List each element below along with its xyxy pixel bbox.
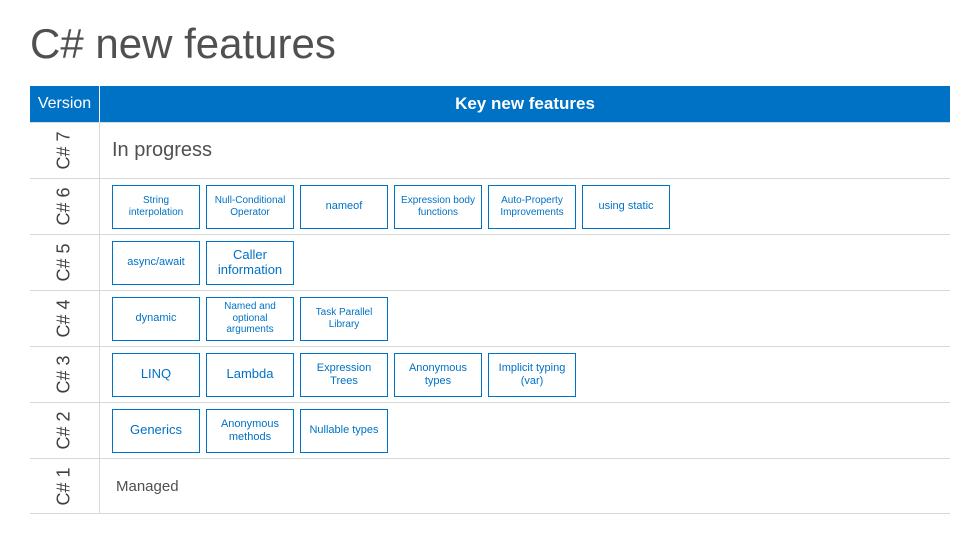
feature-chip: Task Parallel Library	[300, 297, 388, 341]
version-label: C# 3	[54, 355, 75, 393]
version-cell: C# 7	[30, 123, 100, 178]
version-cell: C# 1	[30, 459, 100, 513]
slide: C# new features Version Key new features…	[0, 0, 979, 551]
table-header: Version Key new features	[30, 86, 950, 122]
table-row: C# 6 String interpolation Null-Condition…	[30, 178, 950, 234]
header-version: Version	[30, 86, 100, 122]
version-cell: C# 2	[30, 403, 100, 458]
features-cell: Generics Anonymous methods Nullable type…	[100, 403, 950, 458]
table-row: C# 5 async/await Caller information	[30, 234, 950, 290]
features-cell: String interpolation Null-Conditional Op…	[100, 179, 950, 234]
version-cell: C# 6	[30, 179, 100, 234]
feature-chip: Nullable types	[300, 409, 388, 453]
feature-chip: Auto-Property Improvements	[488, 185, 576, 229]
table-row: C# 3 LINQ Lambda Expression Trees Anonym…	[30, 346, 950, 402]
header-key-features: Key new features	[100, 86, 950, 122]
version-label: C# 6	[54, 187, 75, 225]
version-label: C# 7	[54, 131, 75, 169]
version-cell: C# 5	[30, 235, 100, 290]
feature-table: Version Key new features C# 7 In progres…	[30, 86, 950, 514]
table-row: C# 7 In progress	[30, 122, 950, 178]
feature-chip: Named and optional arguments	[206, 297, 294, 341]
feature-chip: Implicit typing (var)	[488, 353, 576, 397]
feature-chip: String interpolation	[112, 185, 200, 229]
feature-chip: Null-Conditional Operator	[206, 185, 294, 229]
feature-chip: dynamic	[112, 297, 200, 341]
features-cell: async/await Caller information	[100, 235, 950, 290]
version-cell: C# 3	[30, 347, 100, 402]
feature-chip: nameof	[300, 185, 388, 229]
feature-chip: using static	[582, 185, 670, 229]
feature-chip: Lambda	[206, 353, 294, 397]
page-title: C# new features	[30, 20, 949, 68]
feature-chip: Anonymous methods	[206, 409, 294, 453]
features-cell: dynamic Named and optional arguments Tas…	[100, 291, 950, 346]
feature-chip: async/await	[112, 241, 200, 285]
version-label: C# 1	[54, 467, 75, 505]
feature-chip: Anonymous types	[394, 353, 482, 397]
feature-chip: Expression Trees	[300, 353, 388, 397]
version-label: C# 2	[54, 411, 75, 449]
feature-chip: Caller information	[206, 241, 294, 285]
version-label: C# 5	[54, 243, 75, 281]
feature-chip: Expression body functions	[394, 185, 482, 229]
features-cell: LINQ Lambda Expression Trees Anonymous t…	[100, 347, 950, 402]
table-row: C# 1 Managed	[30, 458, 950, 514]
table-row: C# 2 Generics Anonymous methods Nullable…	[30, 402, 950, 458]
feature-chip: LINQ	[112, 353, 200, 397]
version-label: C# 4	[54, 299, 75, 337]
features-cell: In progress	[100, 123, 950, 178]
features-cell: Managed	[100, 459, 950, 513]
feature-chip: Generics	[112, 409, 200, 453]
table-row: C# 4 dynamic Named and optional argument…	[30, 290, 950, 346]
version-cell: C# 4	[30, 291, 100, 346]
in-progress-text: In progress	[112, 139, 212, 162]
managed-text: Managed	[112, 478, 179, 495]
